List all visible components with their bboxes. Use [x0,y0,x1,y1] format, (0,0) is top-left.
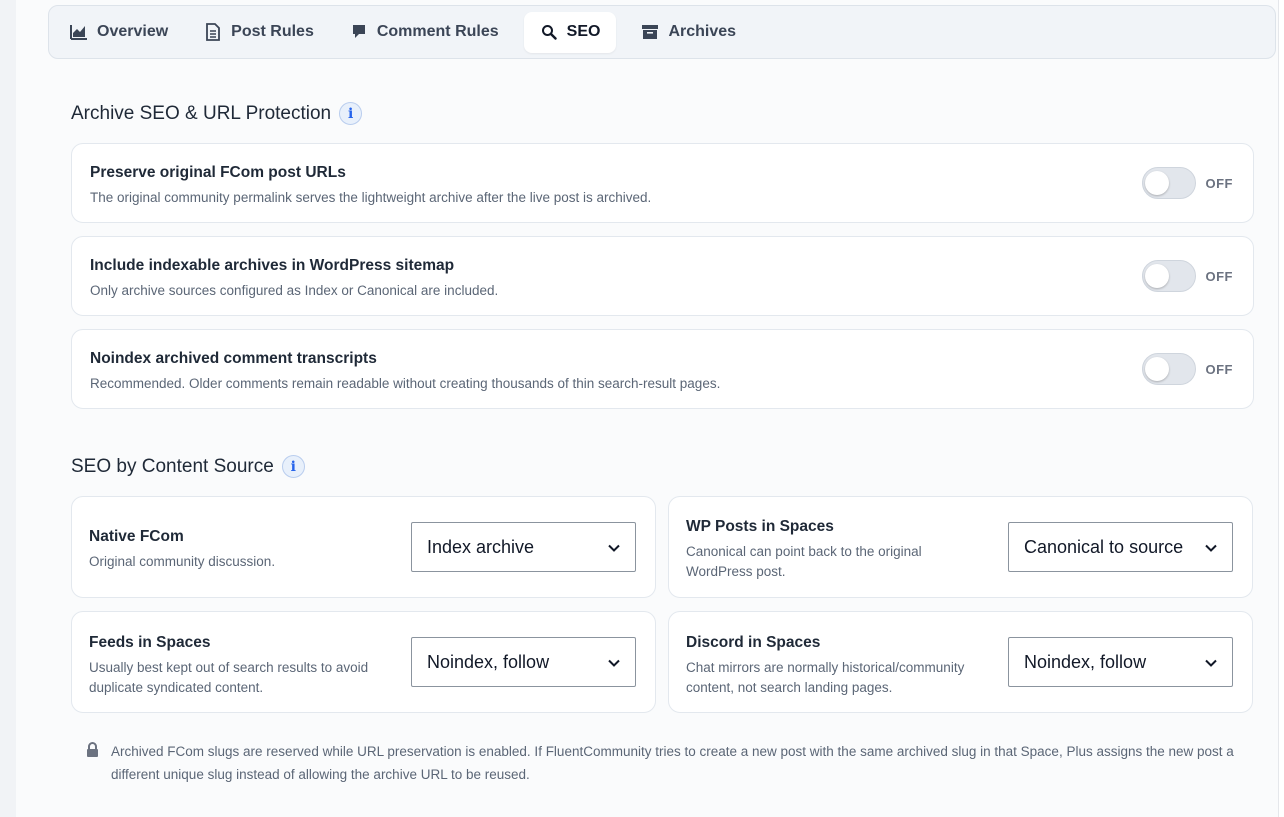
document-icon [204,23,222,41]
archive-box-icon [641,23,659,41]
lock-icon [86,742,99,758]
scrollbar-track[interactable] [1278,0,1284,817]
tab-overview[interactable]: Overview [59,12,179,53]
setting-card-sitemap: Include indexable archives in WordPress … [71,236,1254,316]
setting-title: Include indexable archives in WordPress … [90,257,455,274]
source-description: Canonical can point back to the original… [686,544,922,579]
select-value: Noindex, follow [1024,651,1147,672]
preserve-urls-toggle[interactable] [1141,167,1196,199]
source-card-feeds: Feeds in Spaces Usually best kept out of… [71,611,656,713]
select-value: Index archive [427,536,535,557]
select-value: Noindex, follow [427,651,550,672]
chevron-down-icon [606,540,622,556]
setting-title: Noindex archived comment transcripts [90,350,377,367]
source-description: Chat mirrors are normally historical/com… [686,660,965,695]
feeds-seo-select[interactable]: Noindex, follow [411,637,636,687]
tab-bar: Overview Post Rules Comment Rules SEO Ar… [48,5,1276,59]
archive-section-title: Archive SEO & URL Protection i [71,102,363,125]
source-title: Discord in Spaces [686,634,821,651]
section-title-text: Archive SEO & URL Protection [71,102,332,124]
sitemap-toggle[interactable] [1141,260,1196,292]
setting-title: Preserve original FCom post URLs [90,164,346,181]
select-value: Canonical to source [1024,536,1184,557]
tab-seo[interactable]: SEO [523,11,617,53]
setting-description: Recommended. Older comments remain reada… [90,376,721,391]
section-title-text: SEO by Content Source [71,455,274,477]
setting-description: The original community permalink serves … [90,190,652,205]
noindex-comments-toggle[interactable] [1141,353,1196,385]
source-description: Original community discussion. [89,554,276,569]
tab-post-rules[interactable]: Post Rules [193,12,325,53]
source-section-title: SEO by Content Source i [71,455,305,478]
setting-card-noindex-comments: Noindex archived comment transcripts Rec… [71,329,1254,409]
chart-icon [70,23,88,41]
info-icon[interactable]: i [281,455,305,478]
chevron-down-icon [1203,540,1219,556]
note-text: Archived FCom slugs are reserved while U… [111,744,1234,782]
source-title: Native FCom [89,528,184,545]
tab-label: SEO [566,23,601,40]
setting-card-preserve-urls: Preserve original FCom post URLs The ori… [71,143,1254,223]
tab-archives[interactable]: Archives [630,12,747,53]
search-icon [540,23,558,41]
tab-label: Archives [668,23,737,40]
source-card-wp-posts: WP Posts in Spaces Canonical can point b… [668,496,1253,598]
tab-label: Overview [97,23,169,40]
source-title: Feeds in Spaces [89,634,211,651]
chevron-down-icon [1203,655,1219,671]
source-title: WP Posts in Spaces [686,518,834,535]
toggle-control: OFF [1141,260,1234,292]
toggle-state: OFF [1205,175,1233,191]
native-fcom-seo-select[interactable]: Index archive [411,522,636,572]
source-card-native-fcom: Native FCom Original community discussio… [71,496,656,598]
tab-label: Post Rules [231,23,314,40]
toggle-state: OFF [1205,361,1233,377]
toggle-state: OFF [1205,268,1233,284]
toggle-control: OFF [1141,353,1234,385]
toggle-knob [1144,264,1169,288]
discord-seo-select[interactable]: Noindex, follow [1008,637,1233,687]
slug-reservation-note: Archived FCom slugs are reserved while U… [86,740,1246,786]
info-icon[interactable]: i [339,102,363,125]
tab-label: Comment Rules [376,23,499,40]
setting-description: Only archive sources configured as Index… [90,283,499,298]
source-description: Usually best kept out of search results … [89,660,369,695]
toggle-control: OFF [1141,167,1234,199]
source-card-discord: Discord in Spaces Chat mirrors are norma… [668,611,1253,713]
toggle-knob [1144,357,1169,381]
tab-comment-rules[interactable]: Comment Rules [339,12,510,53]
left-margin [0,0,16,817]
wp-posts-seo-select[interactable]: Canonical to source [1008,522,1233,572]
toggle-knob [1144,171,1169,195]
comment-icon [350,23,368,41]
chevron-down-icon [606,655,622,671]
